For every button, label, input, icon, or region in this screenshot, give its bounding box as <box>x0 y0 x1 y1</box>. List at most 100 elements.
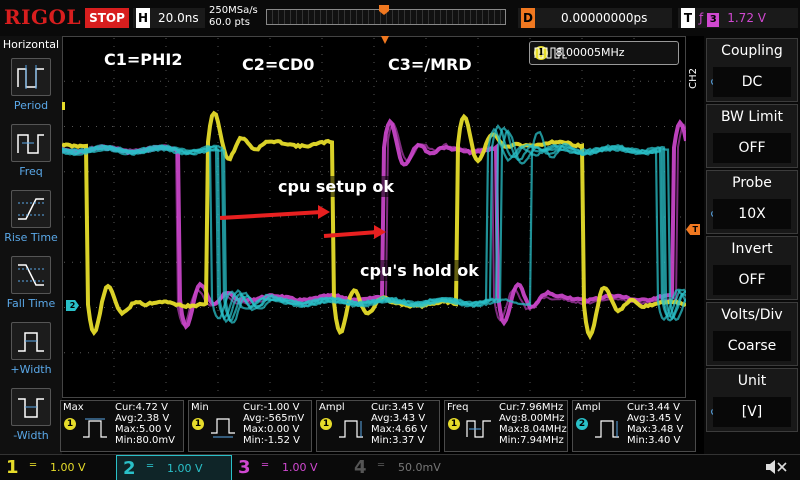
ch1-offset-marker <box>62 102 65 110</box>
grid-dot <box>520 261 521 263</box>
grid-dot <box>504 261 505 263</box>
waveform-display[interactable]: 1 8.00005MHz C1=PHI2 C2=CD0 C3=/MRD cpu … <box>62 36 686 398</box>
measure-rise-time-button[interactable]: Rise Time <box>0 190 62 254</box>
grid-dot <box>112 80 113 82</box>
grid-dot <box>392 80 393 82</box>
dc-coupling-icon: ═ <box>262 460 269 471</box>
grid-dot <box>425 350 427 351</box>
channel-3-tab[interactable]: 3 ═ 1.00 V <box>232 455 348 480</box>
grid-dot <box>344 261 345 263</box>
measurement-item[interactable]: Freq 1 Cur:7.96MHz Avg:8.00MHz Max:8.04M… <box>444 400 568 452</box>
grid-dot <box>165 166 167 167</box>
measure-period-button[interactable]: Period <box>0 58 62 122</box>
measure-negative-width-button[interactable]: -Width <box>0 388 62 452</box>
grid-dot <box>529 342 531 343</box>
unit-button[interactable]: Unit ↺ [V] <box>706 368 798 432</box>
grid-dot <box>136 216 137 218</box>
grid-dot <box>192 171 193 173</box>
sample-rate: 250MSa/s <box>209 5 258 16</box>
grid-dot <box>217 334 219 335</box>
grid-dot <box>344 352 345 354</box>
measure-fall-time-button[interactable]: Fall Time <box>0 256 62 320</box>
grid-dot <box>408 216 409 218</box>
invert-button[interactable]: Invert OFF <box>706 236 798 300</box>
grid-dot <box>424 352 425 354</box>
grid-dot <box>165 358 167 359</box>
grid-dot <box>240 80 241 82</box>
grid-dot <box>176 126 177 127</box>
grid-dot <box>304 126 305 127</box>
speaker-mute-icon[interactable] <box>764 459 788 475</box>
grid-dot <box>496 352 497 354</box>
grid-dot <box>113 70 115 71</box>
bw-limit-button[interactable]: BW Limit OFF <box>706 104 798 168</box>
grid-dot <box>633 38 635 39</box>
grid-dot <box>464 80 465 82</box>
grid-dot <box>336 352 337 354</box>
grid-dot <box>373 326 375 327</box>
volts-div-button[interactable]: Volts/Div Coarse <box>706 302 798 366</box>
grid-dot <box>320 307 321 308</box>
grid-dot <box>477 110 479 111</box>
grid-dot <box>80 80 81 82</box>
delay-display[interactable]: D 0.00000000ps <box>518 8 672 28</box>
grid-dot <box>424 126 425 127</box>
measure-fall-time-label: Fall Time <box>6 297 56 310</box>
grid-dot <box>581 38 583 39</box>
grid-dot <box>425 126 427 127</box>
grid-dot <box>425 230 427 231</box>
grid-dot <box>376 171 377 173</box>
frequency-counter: 1 8.00005MHz <box>529 41 679 65</box>
timebase-display[interactable]: H 20.0ns <box>133 8 205 28</box>
measurement-item[interactable]: Ampl 2 Cur:3.44 V Avg:3.45 V Max:3.48 V … <box>572 400 696 452</box>
grid-dot <box>152 307 153 308</box>
grid-dot <box>488 261 489 263</box>
measure-freq-button[interactable]: Freq <box>0 124 62 188</box>
grid-dot <box>312 126 313 127</box>
grid-dot <box>176 352 177 354</box>
grid-dot <box>477 86 479 87</box>
grid-dot <box>373 366 375 367</box>
grid-dot <box>80 261 81 263</box>
measurement-max: Max:3.48 V <box>627 424 684 435</box>
fall-time-icon <box>11 256 51 294</box>
grid-dot <box>456 307 457 308</box>
channel-1-tab[interactable]: 1 ═ 1.00 V <box>0 455 116 480</box>
grid-dot <box>328 126 329 127</box>
grid-dot <box>104 80 105 82</box>
menu-title: Horizontal <box>2 38 60 51</box>
trigger-display[interactable]: Tƒ 3 1.72 V <box>678 8 798 28</box>
grid-dot <box>112 171 113 173</box>
volts-div-value: Coarse <box>713 331 791 361</box>
channel-2-tab[interactable]: 2 ═ 1.00 V <box>116 455 232 480</box>
grid-dot <box>373 46 375 47</box>
grid-dot <box>477 166 479 167</box>
grid-dot <box>477 246 479 247</box>
grid-dot <box>128 352 129 354</box>
coupling-button[interactable]: Coupling ↺ DC <box>706 38 798 102</box>
grid-dot <box>321 150 323 151</box>
measurement-item[interactable]: Ampl 1 Cur:3.45 V Avg:3.43 V Max:4.66 V … <box>316 400 440 452</box>
grid-dot <box>477 222 479 223</box>
channel-4-tab[interactable]: 4 ═ 50.0mV <box>348 455 464 480</box>
grid-dot <box>373 94 375 95</box>
grid-dot <box>320 352 321 354</box>
grid-dot <box>272 171 273 173</box>
grid-dot <box>344 171 345 173</box>
measurement-item[interactable]: Min 1 Cur:-1.00 V Avg:-565mV Max:0.00 V … <box>188 400 312 452</box>
grid-dot <box>373 110 375 111</box>
grid-dot <box>528 261 529 263</box>
measurement-item[interactable]: Max 1 Cur:4.72 V Avg:2.38 V Max:5.00 V M… <box>60 400 184 452</box>
grid-dot <box>373 254 375 255</box>
grid-dot <box>529 86 531 87</box>
grid-dot <box>304 216 305 218</box>
probe-button[interactable]: Probe ↺ 10X <box>706 170 798 234</box>
grid-dot <box>424 80 425 82</box>
grid-dot <box>477 390 479 391</box>
grid-dot <box>360 352 361 354</box>
channel-status-bar: 1 ═ 1.00 V 2 ═ 1.00 V 3 ═ 1.00 V 4 ═ 50.… <box>0 454 800 480</box>
grid-dot <box>72 216 73 218</box>
run-stop-indicator[interactable]: STOP <box>85 8 129 28</box>
grid-dot <box>432 307 433 308</box>
measure-positive-width-button[interactable]: +Width <box>0 322 62 386</box>
